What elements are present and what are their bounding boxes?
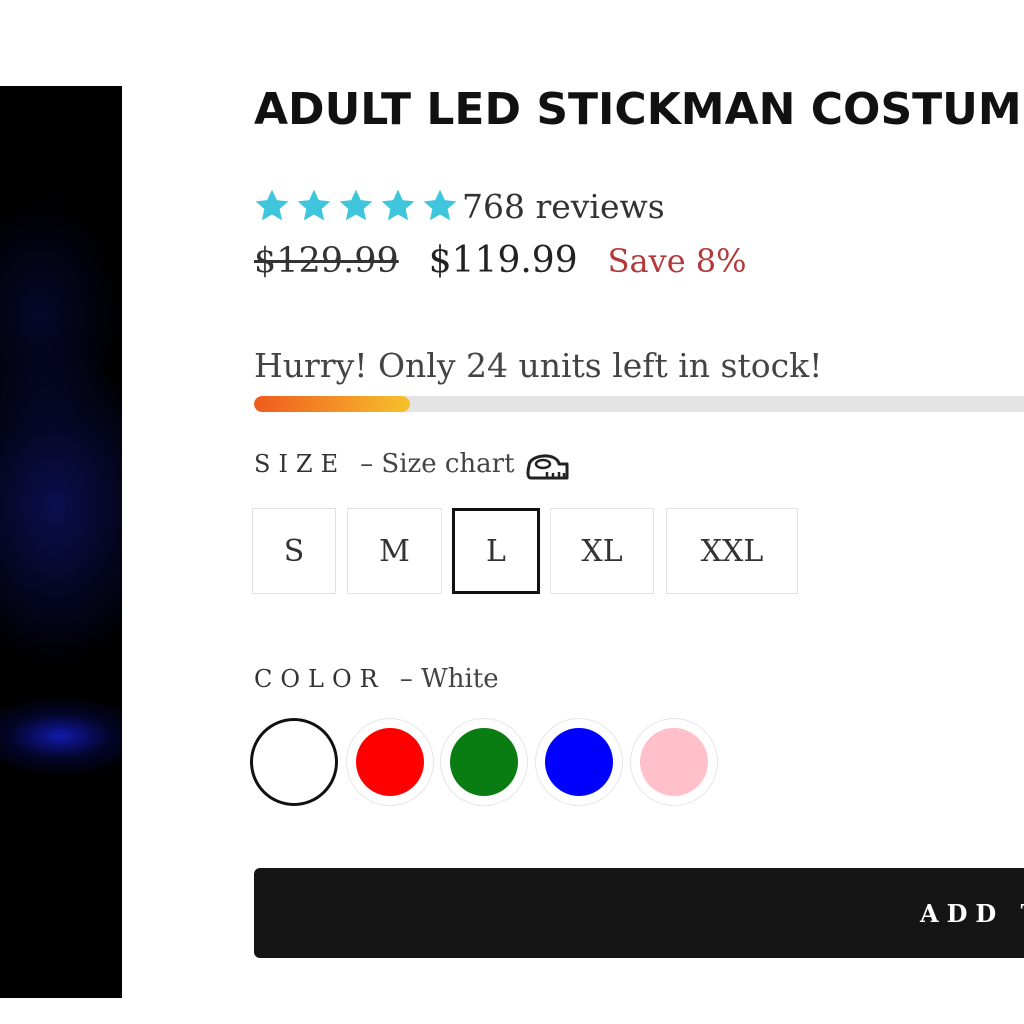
color-swatch-red[interactable] (346, 718, 434, 806)
swatch-dot (450, 728, 518, 796)
swatch-dot (356, 728, 424, 796)
swatch-dot (640, 728, 708, 796)
rating-row[interactable]: 768 reviews (252, 186, 665, 226)
color-swatch-white[interactable] (250, 718, 338, 806)
size-option-xxl[interactable]: XXL (666, 508, 798, 594)
sale-price: $119.99 (428, 240, 578, 281)
price-row: $129.99 $119.99 Save 8% (254, 240, 747, 281)
original-price: $129.99 (254, 241, 399, 281)
size-label-row: SIZE – Size chart (254, 446, 571, 482)
size-chart-link[interactable]: – Size chart (360, 449, 514, 479)
star-icon (252, 186, 292, 226)
stock-progress-fill (254, 396, 410, 412)
star-icon (336, 186, 376, 226)
size-option-m[interactable]: M (347, 508, 442, 594)
star-icon (378, 186, 418, 226)
color-swatch-blue[interactable] (535, 718, 623, 806)
product-page: ADULT LED STICKMAN COSTUM 768 reviews $1… (0, 0, 1024, 1024)
ruler-icon[interactable] (523, 446, 571, 482)
size-option-s[interactable]: S (252, 508, 336, 594)
stock-message: Hurry! Only 24 units left in stock! (254, 346, 823, 385)
reviews-link[interactable]: 768 reviews (462, 187, 665, 226)
size-option-l[interactable]: L (452, 508, 540, 594)
size-option-xl[interactable]: XL (550, 508, 654, 594)
size-label: SIZE (254, 450, 347, 478)
selected-color-name: – White (399, 664, 499, 694)
color-swatch-green[interactable] (440, 718, 528, 806)
save-badge: Save 8% (607, 242, 747, 280)
product-image[interactable] (0, 86, 122, 998)
color-label: COLOR (254, 665, 386, 693)
color-label-row: COLOR – White (254, 664, 499, 694)
swatch-dot (260, 728, 328, 796)
stock-progress-bar (254, 396, 1024, 412)
add-to-cart-button[interactable]: ADD T (254, 868, 1024, 958)
star-icon (294, 186, 334, 226)
star-icon (420, 186, 460, 226)
swatch-dot (545, 728, 613, 796)
product-title: ADULT LED STICKMAN COSTUM (254, 84, 1022, 135)
color-swatch-pink[interactable] (630, 718, 718, 806)
